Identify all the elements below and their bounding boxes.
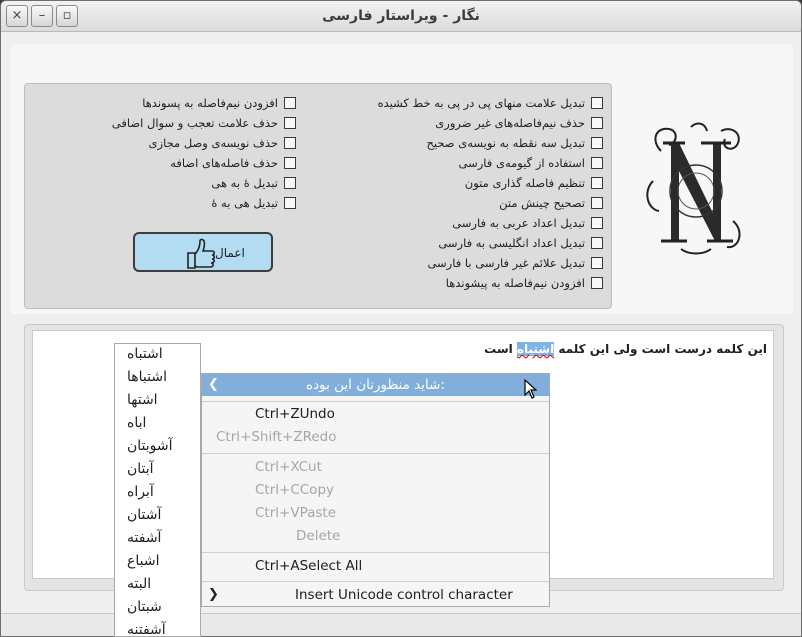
- title-bar: × – ▫ نگار - ویراستار فارسی: [1, 1, 801, 32]
- suggestions-label: شاید منظورتان این بوده:: [306, 377, 445, 393]
- suggestion-item[interactable]: آشتان: [127, 507, 161, 523]
- suggestion-item[interactable]: اشتباها: [127, 369, 167, 385]
- options-panel: اعمال تبدیل علامت منهای پی در پی به خط ک…: [24, 83, 612, 309]
- option-right-2[interactable]: تبدیل سه نقطه به نویسه‌ی صحیح: [426, 136, 603, 150]
- checkbox[interactable]: [284, 157, 296, 169]
- suggestion-item[interactable]: اشتها: [127, 392, 158, 408]
- suggestion-item[interactable]: اباه: [127, 415, 146, 431]
- checkbox[interactable]: [284, 197, 296, 209]
- option-left-2[interactable]: حذف نویسه‌ی وصل مجازی: [149, 136, 296, 150]
- option-label: تبدیل هٔ به هی: [211, 176, 278, 190]
- editor-content[interactable]: این کلمه درست است ولی این کلمه اشتباه اس…: [484, 342, 767, 356]
- checkbox[interactable]: [591, 157, 603, 169]
- option-left-3[interactable]: حذف فاصله‌های اضافه: [170, 156, 296, 170]
- option-label: حذف نویسه‌ی وصل مجازی: [148, 136, 278, 150]
- option-right-0[interactable]: تبدیل علامت منهای پی در پی به خط کشیده: [378, 96, 603, 110]
- context-menu: ❯ شاید منظورتان این بوده: Ctrl+ZUndo Ctr…: [201, 373, 550, 607]
- suggestion-item[interactable]: شبتان: [127, 599, 162, 615]
- menu-item-delete: Delete: [296, 528, 341, 544]
- suggestion-item[interactable]: آبتان: [127, 461, 154, 477]
- option-label: افزودن نیم‌فاصله به پسوندها: [142, 96, 278, 110]
- menu-item-paste: Ctrl+VPaste: [255, 505, 337, 521]
- option-label: تبدیل اعداد انگلیسی به فارسی: [438, 236, 585, 250]
- suggestion-item[interactable]: آشوبتان: [127, 438, 173, 454]
- checkbox[interactable]: [284, 97, 296, 109]
- checkbox[interactable]: [284, 177, 296, 189]
- option-label: استفاده از گیومه‌ی فارسی: [458, 156, 585, 170]
- option-left-1[interactable]: حذف علامت تعجب و سوال اضافی: [112, 116, 296, 130]
- checkbox[interactable]: [591, 217, 603, 229]
- checkbox[interactable]: [284, 137, 296, 149]
- checkbox[interactable]: [591, 257, 603, 269]
- menu-item-suggestions[interactable]: ❯ شاید منظورتان این بوده:: [202, 374, 549, 396]
- menu-item-copy: Ctrl+CCopy: [255, 482, 335, 498]
- menu-item-cut: Ctrl+XCut: [255, 459, 322, 475]
- checkbox[interactable]: [591, 137, 603, 149]
- option-label: تبدیل علامت منهای پی در پی به خط کشیده: [377, 96, 585, 110]
- mouse-pointer-icon: [524, 379, 537, 399]
- option-right-7[interactable]: تبدیل اعداد انگلیسی به فارسی: [438, 236, 603, 250]
- option-label: حذف علامت تعجب و سوال اضافی: [111, 116, 278, 130]
- option-left-4[interactable]: تبدیل هٔ به هی: [211, 176, 296, 190]
- option-left-5[interactable]: تبدیل هی به هٔ: [211, 196, 296, 210]
- apply-button-label: اعمال: [215, 246, 245, 260]
- checkbox[interactable]: [591, 117, 603, 129]
- suggestions-submenu: اشتباه اشتباها اشتها اباه آشوبتان آبتان آبراه آ…: [114, 343, 201, 637]
- apply-button[interactable]: اعمال: [133, 232, 273, 272]
- option-left-0[interactable]: افزودن نیم‌فاصله به پسوندها: [142, 96, 296, 110]
- suggestion-item[interactable]: البته: [127, 576, 151, 592]
- option-right-9[interactable]: افزودن نیم‌فاصله به پیشوندها: [446, 276, 603, 290]
- option-label: حذف نیم‌فاصله‌های غیر ضروری: [435, 116, 585, 130]
- suggestion-item[interactable]: آشفتنه: [127, 622, 166, 636]
- option-label: تنظیم فاصله گذاری متون: [464, 176, 585, 190]
- editor-text-after: است: [484, 342, 517, 356]
- misspelled-word[interactable]: اشتباه: [516, 342, 555, 356]
- option-label: افزودن نیم‌فاصله به پیشوندها: [445, 276, 585, 290]
- window-title: نگار - ویراستار فارسی: [322, 8, 480, 24]
- checkbox[interactable]: [591, 237, 603, 249]
- option-label: تبدیل علائم غیر فارسی با فارسی: [427, 256, 585, 270]
- editor-text-before: این کلمه درست است ولی این کلمه: [554, 342, 767, 356]
- option-right-8[interactable]: تبدیل علائم غیر فارسی با فارسی: [427, 256, 603, 270]
- checkbox[interactable]: [591, 177, 603, 189]
- checkbox[interactable]: [284, 117, 296, 129]
- option-right-4[interactable]: تنظیم فاصله گذاری متون: [465, 176, 603, 190]
- option-label: تبدیل هی به هٔ: [211, 196, 278, 210]
- checkbox[interactable]: [591, 277, 603, 289]
- menu-item-select-all[interactable]: Ctrl+ASelect All: [202, 556, 549, 578]
- submenu-arrow-icon: ❯: [208, 587, 219, 602]
- option-label: حذف فاصله‌های اضافه: [170, 156, 278, 170]
- option-right-3[interactable]: استفاده از گیومه‌ی فارسی: [459, 156, 603, 170]
- menu-item-undo[interactable]: Ctrl+ZUndo: [202, 404, 549, 426]
- option-right-1[interactable]: حذف نیم‌فاصله‌های غیر ضروری: [435, 116, 603, 130]
- suggestion-item[interactable]: آشفته: [127, 530, 161, 546]
- submenu-arrow-icon: ❯: [208, 377, 219, 392]
- option-right-6[interactable]: تبدیل اعداد عربی به فارسی: [452, 216, 603, 230]
- suggestion-item[interactable]: آبراه: [127, 484, 154, 500]
- option-right-5[interactable]: تصحیح چینش متن: [499, 196, 603, 210]
- thumbs-up-icon: [187, 238, 216, 269]
- option-label: تبدیل سه نقطه به نویسه‌ی صحیح: [426, 136, 585, 150]
- ornamental-letter-n-logo: [646, 122, 741, 255]
- suggestion-item[interactable]: اشباع: [127, 553, 159, 569]
- suggestion-item[interactable]: اشتباه: [127, 346, 163, 362]
- checkbox[interactable]: [591, 197, 603, 209]
- checkbox[interactable]: [591, 97, 603, 109]
- option-label: تبدیل اعداد عربی به فارسی: [452, 216, 585, 230]
- option-label: تصحیح چینش متن: [499, 196, 585, 210]
- menu-item-insert-unicode[interactable]: ❯ Insert Unicode control character: [202, 585, 549, 607]
- menu-item-redo: Ctrl+Shift+ZRedo: [216, 429, 337, 445]
